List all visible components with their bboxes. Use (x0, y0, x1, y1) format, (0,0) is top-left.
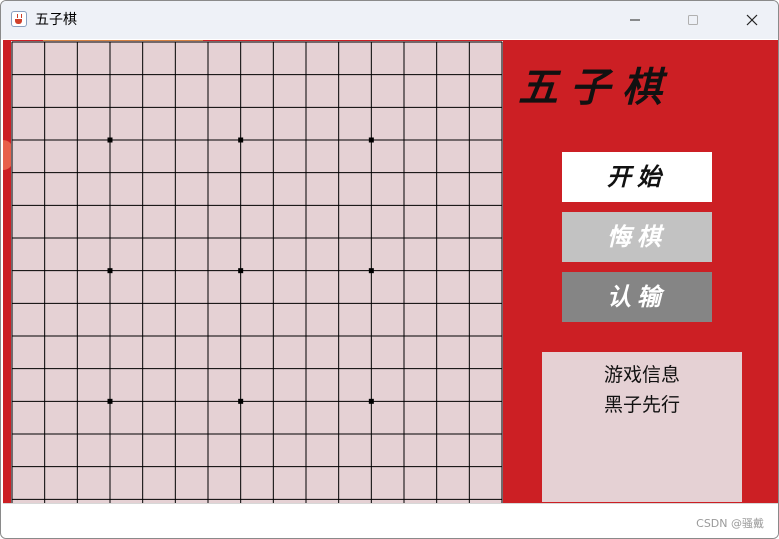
title-bar[interactable]: 五子棋 (1, 1, 778, 39)
watermark: CSDN @骚戴 (696, 517, 764, 530)
star-point (368, 268, 374, 274)
star-point (107, 398, 113, 404)
game-title: 五子棋 (518, 64, 674, 111)
star-point (368, 137, 374, 143)
star-point (107, 268, 113, 274)
star-point (238, 398, 244, 404)
minimize-button[interactable] (612, 1, 658, 39)
game-info-panel: 游戏信息 黑子先行 (542, 352, 742, 502)
footer-strip (3, 503, 778, 538)
window-title: 五子棋 (35, 12, 77, 28)
java-cup-icon (11, 11, 27, 27)
undo-button[interactable]: 悔棋 (562, 212, 712, 262)
game-window: 五子棋 五子棋 开始 悔棋 认输 游戏信息 黑子先行 CSDN @骚戴 (0, 0, 779, 539)
star-point (238, 137, 244, 143)
info-heading: 游戏信息 (603, 364, 680, 386)
info-status: 黑子先行 (603, 394, 680, 416)
minimize-icon (630, 19, 640, 21)
maximize-icon (688, 15, 698, 25)
star-point (107, 137, 113, 143)
maximize-button[interactable] (670, 1, 716, 39)
star-point (238, 268, 244, 274)
resign-button[interactable]: 认输 (562, 272, 712, 322)
close-icon (746, 14, 758, 26)
start-button[interactable]: 开始 (562, 152, 712, 202)
close-button[interactable] (729, 1, 775, 39)
game-board[interactable] (11, 41, 503, 533)
star-point (368, 398, 374, 404)
board-grid[interactable] (11, 41, 503, 533)
